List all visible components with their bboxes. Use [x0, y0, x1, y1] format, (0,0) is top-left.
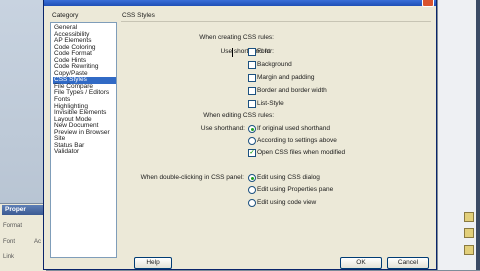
double-click-label: When double-clicking in CSS panel:	[140, 174, 244, 181]
shorthand-option-label: Border and border width	[257, 87, 327, 94]
help-button[interactable]: Help	[134, 257, 172, 269]
properties-field-font: Font	[3, 239, 16, 245]
dialog-titlebar	[44, 0, 436, 7]
category-heading: Category	[52, 12, 79, 19]
shorthand-option-label: Background	[257, 61, 292, 68]
use-shorthand-label: Use shorthand:	[200, 125, 245, 132]
double-click-radio[interactable]	[248, 186, 256, 194]
category-list[interactable]: General Accessibility AP Elements Code Colo…	[50, 22, 117, 258]
text-cursor-icon	[232, 48, 233, 57]
category-item[interactable]: Validator	[53, 149, 116, 156]
use-shorthand-radio-label: According to settings above	[257, 137, 337, 144]
double-click-radio-label: Edit using code view	[257, 199, 317, 206]
preferences-dialog: Category General Accessibility AP Elements…	[43, 0, 437, 270]
double-click-radio[interactable]	[248, 199, 256, 207]
properties-field-format: Format	[3, 223, 23, 229]
properties-tab[interactable]: Proper	[2, 205, 46, 215]
open-css-checkbox[interactable]: ✓	[248, 149, 256, 157]
double-click-radio[interactable]	[248, 174, 256, 182]
folder-icon	[464, 212, 474, 222]
properties-style-value: Ac	[34, 239, 42, 245]
shorthand-checkbox[interactable]	[248, 74, 256, 82]
shorthand-option-label: Margin and padding	[257, 74, 315, 81]
use-shorthand-radio[interactable]	[248, 137, 256, 145]
editing-rules-label: When editing CSS rules:	[203, 112, 274, 119]
cancel-button[interactable]: Cancel	[387, 257, 429, 269]
double-click-radio-label: Edit using Properties pane	[257, 186, 334, 193]
double-click-radio-label: Edit using CSS dialog	[257, 174, 320, 181]
editor-background-right	[438, 0, 480, 270]
creating-rules-label: When creating CSS rules:	[199, 34, 274, 41]
close-icon[interactable]	[422, 0, 434, 7]
panel-title: CSS Styles	[122, 12, 155, 19]
shorthand-option-label: List-Style	[257, 100, 284, 107]
shorthand-checkbox[interactable]	[248, 48, 256, 56]
ok-button[interactable]: OK	[340, 257, 382, 269]
shorthand-checkbox[interactable]	[248, 100, 256, 108]
use-shorthand-radio-label: If original used shorthand	[257, 125, 330, 132]
shorthand-for-label: Use shorthand for:	[220, 48, 274, 55]
panel-divider	[121, 21, 431, 22]
shorthand-checkbox[interactable]	[248, 61, 256, 69]
open-css-label: Open CSS files when modified	[257, 149, 346, 156]
shorthand-checkbox[interactable]	[248, 87, 256, 95]
folder-icon	[464, 228, 474, 238]
folder-icon	[464, 245, 474, 255]
scrollbar-strip	[476, 0, 480, 270]
use-shorthand-radio[interactable]	[248, 125, 256, 133]
properties-field-link: Link	[3, 254, 15, 260]
shorthand-option-label: Font	[257, 48, 271, 55]
